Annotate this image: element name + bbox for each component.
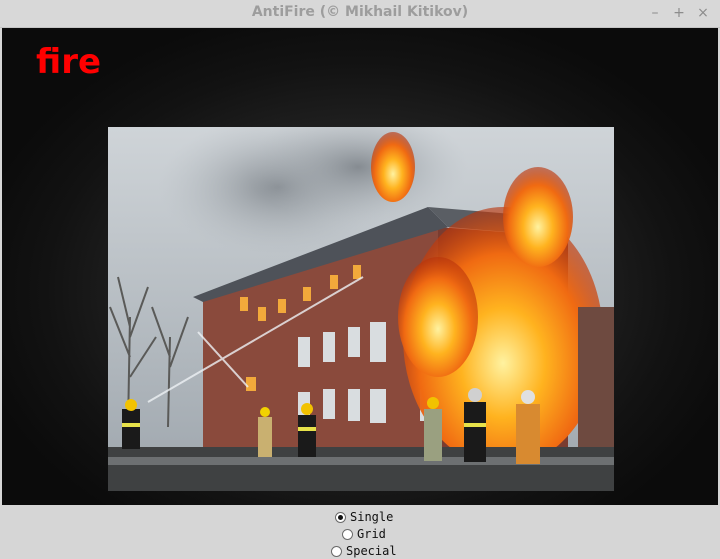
detection-label: fire (36, 42, 102, 82)
minimize-button[interactable]: – (646, 4, 664, 22)
mode-selector: Single Grid Special (0, 505, 720, 559)
radio-unselected-icon[interactable] (331, 545, 342, 557)
window-title: AntiFire (© Mikhail Kitikov) (251, 4, 469, 20)
maximize-button[interactable]: + (670, 4, 688, 22)
title-bar: AntiFire (© Mikhail Kitikov) – + × (0, 0, 720, 28)
radio-selected-icon[interactable] (335, 511, 346, 523)
burning-building-photo (108, 127, 614, 491)
camera-view: fire (2, 28, 718, 505)
mode-option-label: Single (350, 510, 394, 524)
mode-option-special[interactable]: Special (331, 543, 397, 559)
mode-option-label: Grid (357, 527, 386, 541)
mode-option-single[interactable]: Single (335, 509, 393, 525)
mode-option-label: Special (346, 544, 397, 558)
radio-unselected-icon[interactable] (342, 528, 353, 540)
close-button[interactable]: × (694, 4, 712, 22)
mode-option-grid[interactable]: Grid (342, 526, 386, 542)
